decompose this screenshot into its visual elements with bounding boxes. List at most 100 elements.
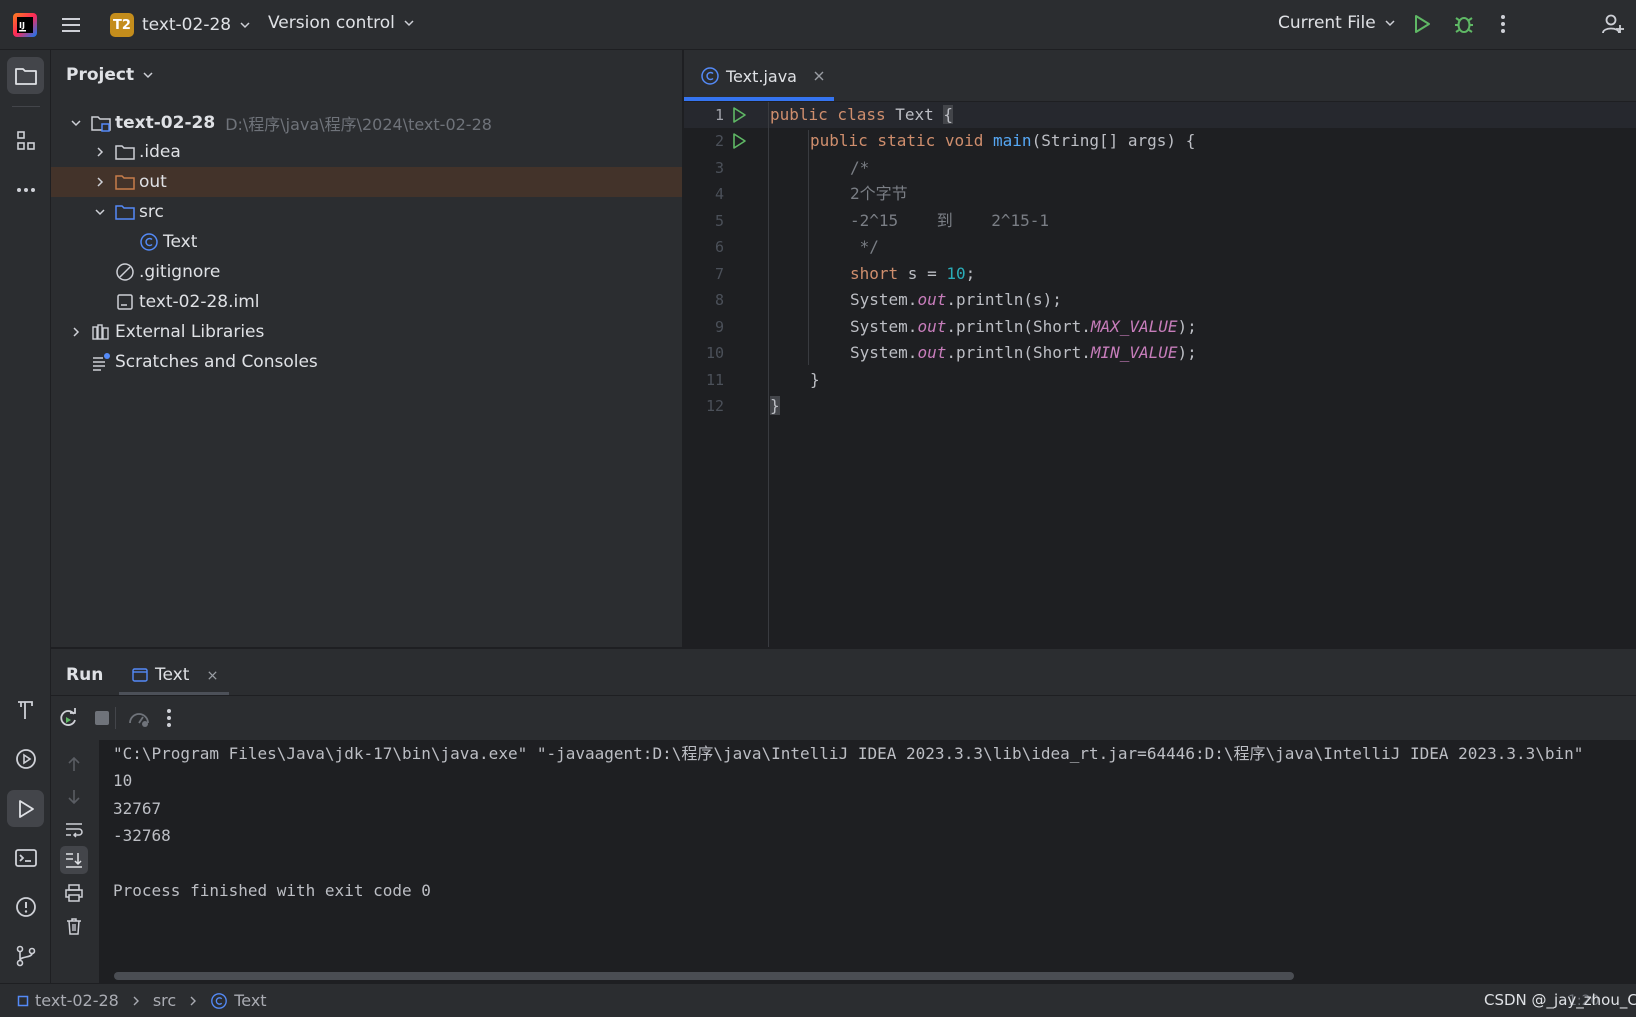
soft-wrap-button[interactable]: [64, 819, 84, 839]
code-line: short s = 10;: [850, 261, 975, 287]
tree-item-text-class[interactable]: Text: [51, 227, 682, 257]
more-tools-button[interactable]: [7, 171, 44, 208]
gutter-run-button[interactable]: [730, 132, 748, 150]
rerun-icon: [60, 708, 76, 726]
tree-item-external-libraries[interactable]: External Libraries: [51, 317, 682, 347]
excluded-folder-icon: [115, 175, 135, 190]
services-icon: [15, 748, 36, 769]
clear-all-button[interactable]: [64, 916, 84, 936]
stripe-divider: [12, 106, 40, 107]
code-token: 10: [946, 264, 966, 283]
main-menu-icon[interactable]: [60, 14, 82, 36]
project-panel-title: Project: [66, 65, 135, 85]
profiler-button[interactable]: [127, 707, 151, 729]
code-line: -2^15 到 2^15-1: [850, 211, 1050, 230]
stop-button[interactable]: [91, 707, 113, 729]
problems-tool-button[interactable]: [7, 888, 44, 925]
tree-item-label: text-02-28: [115, 113, 216, 133]
bug-icon: [1455, 17, 1473, 33]
run-config-selector[interactable]: Current File: [1278, 13, 1396, 33]
run-tool-button[interactable]: [7, 790, 44, 827]
gutter-run-button[interactable]: [730, 106, 748, 124]
tab-text-java[interactable]: Text.java: [684, 50, 834, 102]
breadcrumb-class[interactable]: Text: [234, 991, 266, 1010]
code-line: public static void main(String[] args) {: [810, 128, 1195, 154]
line-number: 2: [714, 132, 724, 150]
breadcrumb: text-02-28 src Text: [17, 991, 267, 1010]
project-selector[interactable]: T2 text-02-28: [110, 13, 251, 37]
soft-wrap-icon: [66, 823, 83, 838]
git-branch-icon: [16, 945, 35, 966]
version-control-menu[interactable]: Version control: [268, 13, 415, 33]
svg-text:IJ: IJ: [19, 21, 25, 30]
tree-item-scratches[interactable]: Scratches and Consoles: [51, 347, 682, 377]
app-logo-icon[interactable]: IJ: [12, 12, 38, 38]
build-tool-button[interactable]: [7, 691, 44, 728]
project-tool-button[interactable]: [7, 57, 44, 94]
code-token: public static void: [810, 131, 994, 150]
project-badge: T2: [110, 13, 134, 37]
chevron-right-icon: [133, 996, 139, 1005]
add-user-button[interactable]: [1601, 12, 1625, 36]
breadcrumb-src[interactable]: src: [153, 991, 176, 1010]
module-icon: [17, 995, 29, 1006]
rerun-button[interactable]: [57, 707, 79, 729]
code-token: MIN_VALUE: [1090, 343, 1178, 362]
scroll-to-end-button[interactable]: [60, 846, 88, 874]
library-icon: [92, 324, 109, 340]
scratches-icon: [93, 353, 110, 371]
close-icon[interactable]: [813, 70, 825, 82]
tree-item-out[interactable]: out: [51, 167, 682, 197]
print-button[interactable]: [64, 883, 84, 903]
code-token: ;: [965, 264, 976, 283]
console-output[interactable]: "C:\Program Files\Java\jdk-17\bin\java.e…: [99, 740, 1636, 983]
breadcrumb-project[interactable]: text-02-28: [35, 991, 119, 1010]
run-tab-content: Text: [131, 665, 218, 685]
console-line: 10: [113, 771, 133, 790]
tree-item-label: text-02-28.iml: [139, 292, 260, 312]
structure-tool-button[interactable]: [7, 122, 44, 159]
java-class-icon: [211, 992, 228, 1009]
arrow-down-icon: [68, 790, 80, 805]
line-number: 8: [714, 291, 724, 309]
debug-button[interactable]: [1453, 13, 1475, 35]
chevron-down-icon: [404, 20, 414, 27]
tree-item-iml[interactable]: text-02-28.iml: [51, 287, 682, 317]
run-button[interactable]: [1411, 13, 1433, 35]
git-tool-button[interactable]: [7, 937, 44, 974]
warning-circle-icon: [15, 896, 36, 917]
module-folder-icon: [91, 116, 111, 132]
chevron-down-icon: [240, 22, 250, 29]
chevron-right-icon: [97, 177, 104, 187]
run-panel-divider: [51, 695, 1636, 696]
run-tab-text[interactable]: Text: [119, 649, 229, 695]
code-line: System.out.println(s);: [850, 287, 1062, 313]
add-user-icon: [1602, 14, 1624, 34]
gutter-separator: [768, 102, 769, 647]
code-editor[interactable]: 1 2 3 4 5 6 7 8 9 10 11 12 public class …: [684, 102, 1636, 647]
down-button[interactable]: [64, 787, 84, 807]
line-number: 5: [714, 212, 724, 230]
up-button[interactable]: [64, 754, 84, 774]
line-number: 4: [714, 185, 724, 203]
terminal-tool-button[interactable]: [7, 839, 44, 876]
tree-item-idea[interactable]: .idea: [51, 137, 682, 167]
line-number: 3: [714, 159, 724, 177]
project-view-selector[interactable]: Project: [66, 65, 154, 85]
close-icon[interactable]: [207, 670, 218, 681]
tree-item-label: Scratches and Consoles: [115, 352, 318, 372]
line-number: 6: [714, 238, 724, 256]
code-token: );: [1177, 343, 1197, 362]
tree-item-gitignore[interactable]: .gitignore: [51, 257, 682, 287]
services-tool-button[interactable]: [7, 740, 44, 777]
code-line: /*: [850, 158, 870, 177]
line-number: 9: [714, 318, 724, 336]
horizontal-scrollbar[interactable]: [114, 972, 1294, 980]
code-line: public class Text {: [770, 102, 954, 128]
tree-item-src[interactable]: src: [51, 197, 682, 227]
code-line: 2个字节: [850, 184, 908, 203]
run-more-button[interactable]: [163, 707, 175, 729]
code-token: s =: [907, 264, 947, 283]
more-actions-button[interactable]: [1497, 13, 1509, 35]
tree-item-project-root[interactable]: text-02-28 D:\程序\java\程序\2024\text-02-28: [51, 108, 682, 138]
